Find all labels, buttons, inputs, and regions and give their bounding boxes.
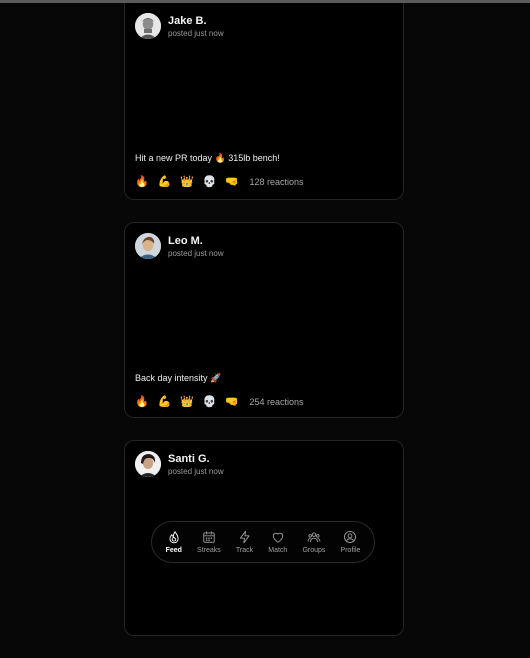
post-timestamp: posted just now (168, 29, 224, 38)
avatar[interactable] (135, 13, 161, 39)
post-author[interactable]: Santi G. (168, 453, 210, 465)
reaction-bar: 🔥 💪 👑 💀 🤜 254 reactions (135, 395, 304, 409)
flame-icon (169, 531, 179, 544)
post-card: Jake B. posted just now Hit a new PR tod… (124, 3, 404, 200)
crown-reaction-button[interactable]: 👑 (180, 395, 194, 409)
nav-item-match[interactable]: Match (268, 530, 287, 554)
nav-item-profile[interactable]: Profile (340, 530, 361, 554)
avatar[interactable] (135, 233, 161, 259)
bottom-nav: Feed Streaks Track Match Groups Profile (151, 521, 375, 563)
groups-icon (307, 532, 321, 543)
avatar-image (135, 451, 161, 477)
avatar-image (135, 233, 161, 259)
nav-label: Groups (302, 547, 326, 554)
calendar-icon (203, 531, 215, 543)
avatar[interactable] (135, 451, 161, 477)
nav-label: Streaks (197, 547, 221, 554)
nav-item-streaks[interactable]: Streaks (197, 530, 221, 554)
post-card: Leo M. posted just now Back day intensit… (124, 222, 404, 418)
nav-label: Feed (165, 547, 182, 554)
fist-reaction-button[interactable]: 🤜 (225, 395, 239, 409)
muscle-reaction-button[interactable]: 💪 (158, 395, 172, 409)
nav-label: Match (268, 547, 288, 554)
nav-item-feed[interactable]: Feed (166, 530, 182, 554)
post-author[interactable]: Leo M. (168, 235, 203, 247)
post-timestamp: posted just now (168, 467, 224, 476)
reaction-count: 254 reactions (249, 397, 304, 407)
reaction-bar: 🔥 💪 👑 💀 🤜 128 reactions (135, 175, 304, 189)
profile-icon (344, 530, 357, 544)
fist-reaction-button[interactable]: 🤜 (225, 175, 239, 189)
skull-reaction-button[interactable]: 💀 (203, 175, 217, 189)
nav-item-track[interactable]: Track (236, 530, 253, 554)
post-caption: Back day intensity 🚀 (135, 373, 222, 383)
muscle-reaction-button[interactable]: 💪 (158, 175, 172, 189)
skull-reaction-button[interactable]: 💀 (203, 395, 217, 409)
reaction-count: 128 reactions (249, 177, 304, 187)
fire-reaction-button[interactable]: 🔥 (135, 395, 149, 409)
fire-reaction-button[interactable]: 🔥 (135, 175, 149, 189)
nav-item-groups[interactable]: Groups (302, 530, 325, 554)
lightning-icon (239, 530, 250, 544)
crown-reaction-button[interactable]: 👑 (180, 175, 194, 189)
avatar-image (135, 13, 161, 39)
nav-label: Track (235, 547, 254, 554)
post-author[interactable]: Jake B. (168, 15, 207, 27)
post-caption: Hit a new PR today 🔥 315lb bench! (135, 153, 280, 163)
post-timestamp: posted just now (168, 249, 224, 258)
nav-label: Profile (340, 547, 361, 554)
heart-icon (272, 532, 283, 543)
